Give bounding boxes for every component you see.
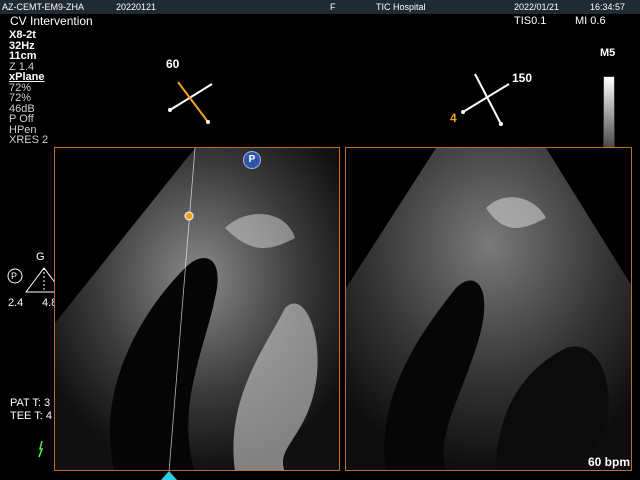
tis-index: TIS0.1	[514, 15, 547, 27]
institution-name: TIC Hospital	[376, 2, 426, 12]
ecg-marker-icon	[38, 440, 44, 458]
scale-label: M5	[600, 47, 616, 59]
right-image-panel[interactable]	[345, 147, 632, 471]
sex: F	[330, 2, 336, 12]
heart-rate: 60 bpm	[588, 455, 631, 469]
exam-time: 16:34:57	[590, 2, 626, 12]
left-ultrasound-image	[55, 148, 339, 470]
gain-g-label: G	[36, 251, 45, 263]
mode-label: xPlane	[9, 71, 45, 83]
persistence: P Off	[9, 113, 34, 125]
mi-index: MI 0.6	[575, 15, 606, 27]
depth: 11cm	[9, 50, 37, 62]
gain-2: 72%	[9, 92, 32, 104]
xres: XRES 2	[9, 134, 49, 146]
gain-p-label: P	[11, 271, 18, 281]
preset-name: CV Intervention	[10, 14, 93, 28]
left-plane-angle: 60	[166, 57, 180, 71]
right-plane-small: 4	[450, 111, 457, 125]
right-plane-indicator	[461, 73, 510, 126]
patient-id: AZ-CEMT-EM9-ZHA	[2, 2, 84, 12]
patient-temperature: PAT T: 3	[10, 397, 51, 409]
right-ultrasound-image	[346, 148, 631, 470]
left-plane-indicator	[168, 81, 213, 124]
date-code: 20220121	[116, 2, 157, 12]
probe-marker-icon	[161, 471, 177, 480]
exam-date: 2022/01/21	[514, 2, 560, 12]
left-panel-p-badge[interactable]: P	[243, 151, 261, 169]
probe-label: X8-2t	[9, 29, 36, 41]
tee-temperature: TEE T: 4	[10, 410, 52, 422]
right-plane-angle: 150	[512, 71, 533, 85]
param-column: X8-2t 32Hz 11cm Z 1.4 xPlane 72% 72% 46d…	[9, 30, 48, 146]
gain-left-value: 2.4	[8, 297, 24, 309]
left-image-panel[interactable]	[54, 147, 340, 471]
